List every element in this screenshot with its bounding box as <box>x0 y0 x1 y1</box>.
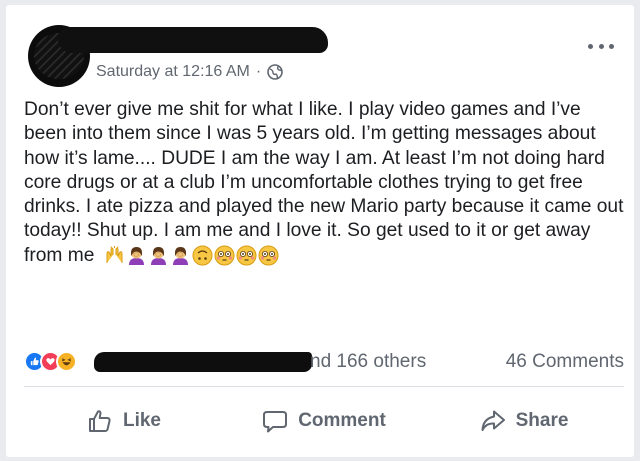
post-meta: Saturday at 12:16 AM · <box>96 63 284 81</box>
reaction-icons[interactable] <box>24 351 77 372</box>
reactions-bar: nd 166 others 46 Comments <box>24 350 624 374</box>
comments-count[interactable]: 46 Comments <box>506 351 624 373</box>
flushed-face-emoji-icon <box>236 245 257 266</box>
raising-hands-emoji-icon <box>106 246 123 264</box>
post-body: Don’t ever give me shit for what I like.… <box>24 98 624 268</box>
reactor-names-redacted[interactable] <box>94 352 312 372</box>
flushed-face-emoji-icon <box>258 245 279 266</box>
meta-separator: · <box>255 63 262 80</box>
woman-facepalming-emoji-icon <box>150 247 166 266</box>
post-header: Saturday at 12:16 AM · <box>28 21 618 91</box>
globe-icon <box>267 64 284 80</box>
divider <box>24 386 624 387</box>
more-dot <box>609 43 614 49</box>
comment-label: Comment <box>298 410 386 431</box>
share-label: Share <box>515 410 569 431</box>
post-text: Don’t ever give me shit for what I like.… <box>24 99 624 266</box>
post-card: Saturday at 12:16 AM · Don’t ever give m… <box>6 5 634 457</box>
haha-reaction-icon <box>56 351 77 372</box>
post-timestamp[interactable]: Saturday at 12:16 AM <box>96 63 250 81</box>
woman-facepalming-emoji-icon <box>172 247 188 266</box>
share-button[interactable]: Share <box>424 397 624 445</box>
share-arrow-icon <box>481 410 505 431</box>
thumbs-up-icon <box>88 410 111 432</box>
more-dot <box>588 43 593 49</box>
author-name-redacted[interactable] <box>58 27 328 53</box>
like-label: Like <box>122 410 162 431</box>
reaction-count[interactable]: nd 166 others <box>310 351 426 373</box>
like-button[interactable]: Like <box>24 397 224 445</box>
more-dot <box>598 43 604 49</box>
comment-bubble-icon <box>263 411 288 433</box>
more-options-icon[interactable] <box>588 41 614 51</box>
woman-facepalming-emoji-icon <box>128 247 144 266</box>
comment-button[interactable]: Comment <box>224 397 424 445</box>
action-bar: Like Comment Share <box>24 397 624 445</box>
flushed-face-emoji-icon <box>214 245 235 266</box>
upside-down-face-emoji-icon <box>192 245 213 266</box>
emoji-row <box>104 245 279 266</box>
